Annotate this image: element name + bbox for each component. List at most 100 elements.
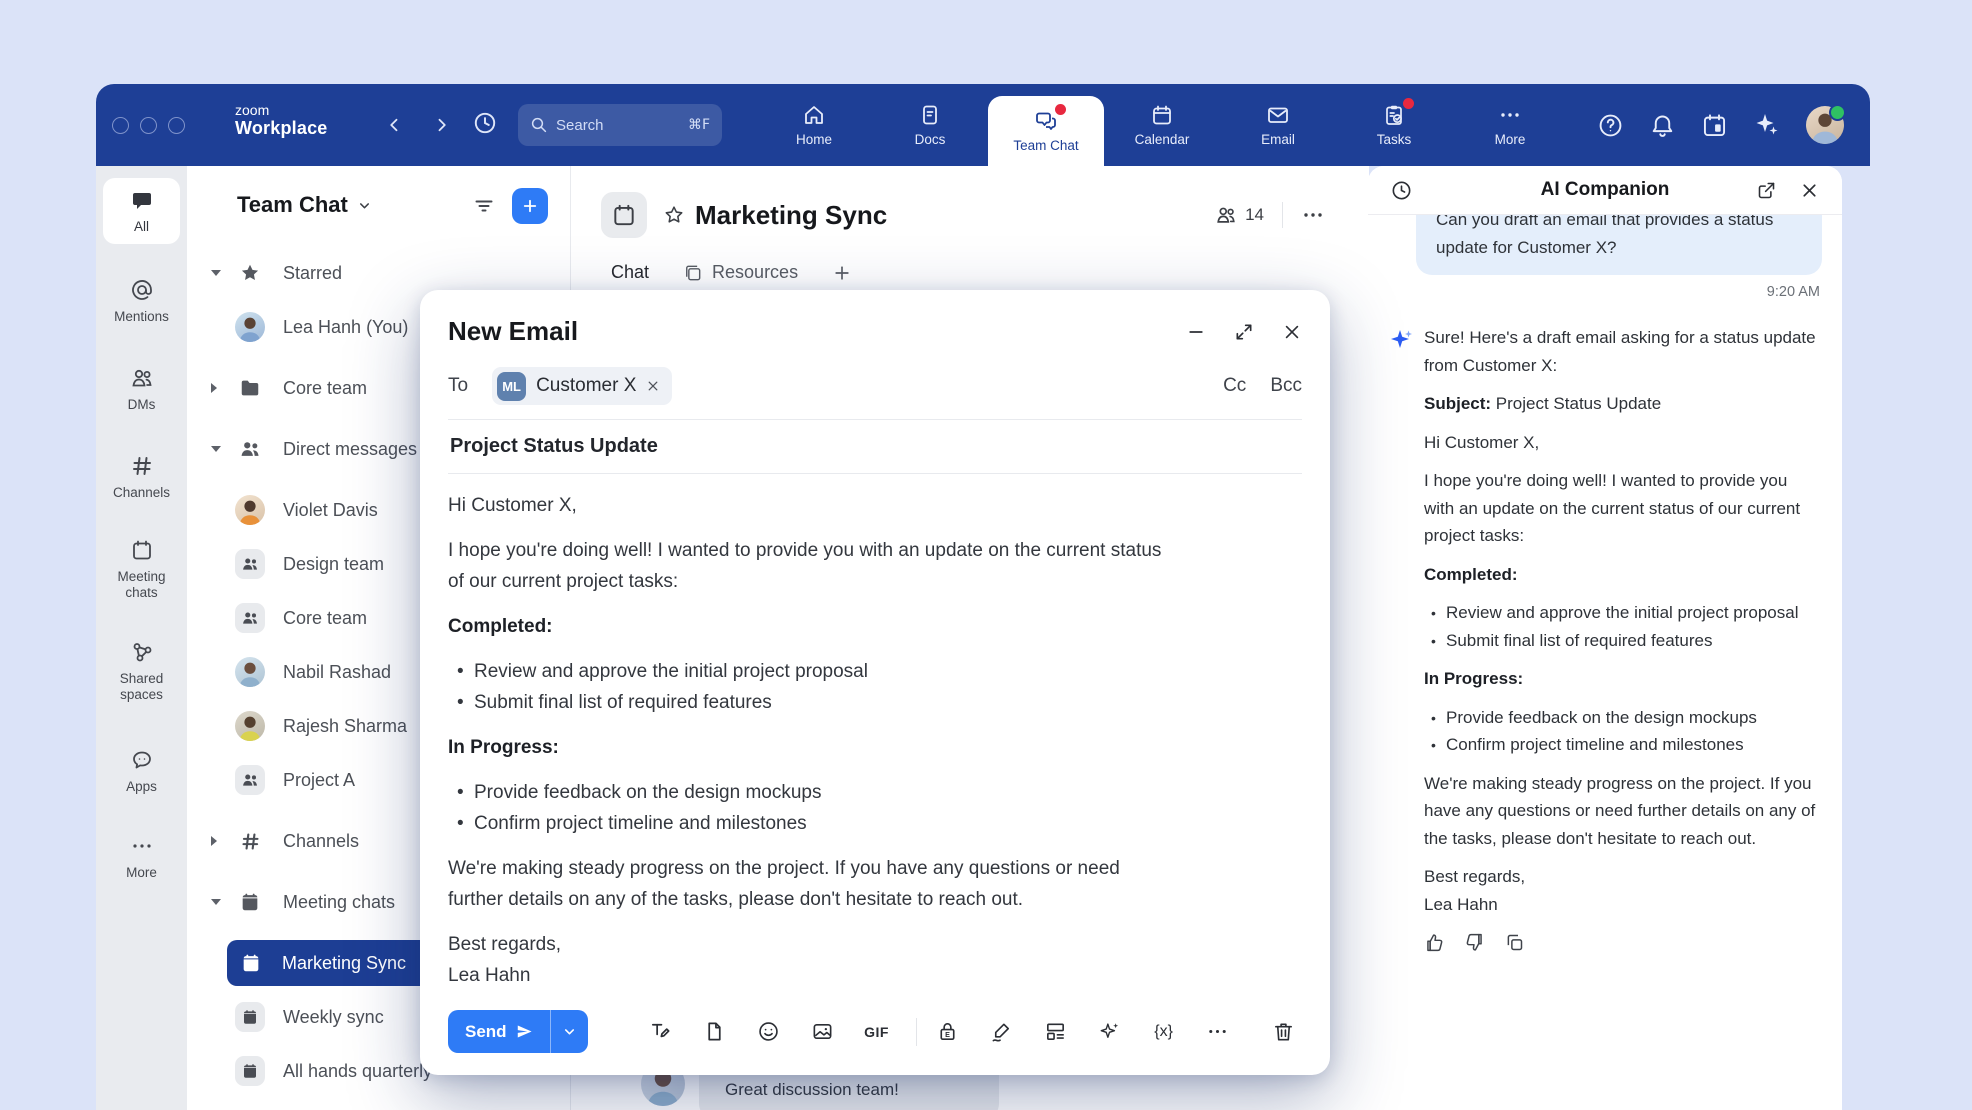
image-icon — [811, 1020, 834, 1043]
back-button[interactable] — [378, 108, 412, 142]
email-toolbar: Send GIF E — [448, 1010, 1302, 1053]
team-chat-header: Team Chat — [187, 166, 570, 240]
recipient-chip[interactable]: ML Customer X — [492, 367, 672, 405]
ai-companion-sparkle-icon[interactable] — [1753, 111, 1781, 139]
user-avatar[interactable] — [1806, 106, 1844, 144]
ai-history-button[interactable] — [1390, 179, 1413, 202]
email-body-editor[interactable]: Hi Customer X, I hope you're doing well!… — [448, 490, 1178, 991]
encrypt-button[interactable]: E — [929, 1013, 967, 1051]
window-zoom-light[interactable] — [168, 117, 185, 134]
svg-text:E: E — [945, 1031, 950, 1039]
tab-chat[interactable]: Chat — [611, 262, 649, 283]
left-rail: All Mentions DMs Channels Meetingchats S… — [96, 166, 187, 1110]
template-layout-button[interactable] — [1037, 1013, 1075, 1051]
list-item: Confirm project timeline and milestones — [448, 808, 1178, 839]
cc-button[interactable]: Cc — [1223, 375, 1246, 397]
remove-recipient-icon[interactable] — [646, 379, 660, 393]
collapse-caret-icon[interactable] — [211, 899, 221, 905]
notifications-bell-icon[interactable] — [1649, 112, 1676, 139]
tab-email[interactable]: Email — [1220, 84, 1336, 166]
toolbar-more-button[interactable] — [1199, 1013, 1237, 1051]
members-icon — [1215, 204, 1237, 226]
expand-caret-icon[interactable] — [211, 836, 217, 846]
new-chat-button[interactable] — [512, 188, 548, 224]
chat-item-lea-rajesh[interactable]: Lea/Rajesh 1:1 — [187, 1098, 570, 1110]
rail-item-all[interactable]: All — [103, 178, 180, 244]
team-chat-icon — [1034, 109, 1058, 133]
gif-button[interactable]: GIF — [858, 1013, 896, 1051]
rail-item-meeting-chats[interactable]: Meetingchats — [96, 538, 187, 601]
subject-field[interactable]: Project Status Update — [448, 420, 1302, 473]
signature-button[interactable] — [983, 1013, 1021, 1051]
tasks-icon — [1382, 103, 1406, 127]
collapse-caret-icon[interactable] — [211, 270, 221, 276]
close-icon[interactable] — [1799, 180, 1820, 201]
layout-icon — [1044, 1020, 1067, 1043]
help-icon[interactable] — [1597, 112, 1624, 139]
team-chat-title-menu[interactable]: Team Chat — [237, 192, 372, 218]
open-in-new-window-icon[interactable] — [1756, 180, 1777, 201]
top-right-actions — [1597, 84, 1844, 166]
close-icon[interactable] — [1282, 322, 1302, 342]
folder-icon — [239, 377, 261, 399]
favorite-star-button[interactable] — [663, 204, 685, 226]
ai-compose-button[interactable] — [1091, 1013, 1129, 1051]
rail-item-dms[interactable]: DMs — [96, 366, 187, 413]
member-count: 14 — [1245, 205, 1264, 225]
add-tab-button[interactable] — [832, 263, 852, 283]
ai-response-text: Sure! Here's a draft email asking for a … — [1424, 324, 1822, 953]
expand-icon[interactable] — [1234, 322, 1254, 342]
recipient-name: Customer X — [536, 375, 636, 397]
docs-icon — [918, 103, 942, 127]
search-input[interactable]: Search ⌘F — [518, 104, 722, 146]
send-button[interactable]: Send — [448, 1010, 550, 1053]
rail-item-mentions[interactable]: Mentions — [96, 278, 187, 325]
trash-icon — [1272, 1020, 1295, 1043]
bcc-button[interactable]: Bcc — [1270, 375, 1302, 397]
insert-image-button[interactable] — [804, 1013, 842, 1051]
collapse-caret-icon[interactable] — [211, 446, 221, 452]
forward-button[interactable] — [424, 108, 458, 142]
divider — [448, 473, 1302, 474]
attach-file-button[interactable] — [696, 1013, 734, 1051]
rail-item-channels[interactable]: Channels — [96, 454, 187, 501]
tab-more[interactable]: More — [1452, 84, 1568, 166]
rail-item-apps[interactable]: Apps — [96, 748, 187, 795]
calendar-today-icon[interactable] — [1701, 112, 1728, 139]
tab-calendar[interactable]: Calendar — [1104, 84, 1220, 166]
zoom-workplace-logo: zoom Workplace — [235, 102, 328, 139]
variables-button[interactable]: {x} — [1145, 1013, 1183, 1051]
calendar-icon — [1150, 103, 1174, 127]
ai-sparkle-icon — [1098, 1020, 1121, 1043]
calendar-icon — [611, 202, 637, 228]
filter-icon[interactable] — [472, 194, 496, 218]
format-text-button[interactable] — [642, 1013, 680, 1051]
more-dots-icon — [1206, 1020, 1229, 1043]
group-icon — [241, 555, 259, 573]
thumbs-up-icon[interactable] — [1424, 932, 1445, 953]
rail-item-more[interactable]: More — [96, 834, 187, 881]
thumbs-down-icon[interactable] — [1464, 932, 1485, 953]
logo-line2: Workplace — [235, 118, 328, 139]
expand-caret-icon[interactable] — [211, 383, 217, 393]
discard-draft-button[interactable] — [1264, 1013, 1302, 1051]
tab-resources[interactable]: Resources — [683, 262, 798, 283]
window-minimize-light[interactable] — [140, 117, 157, 134]
conversation-more-button[interactable] — [1301, 203, 1325, 227]
avatar — [235, 657, 265, 687]
ai-companion-panel: AI Companion Can you draft an email that… — [1368, 166, 1842, 1110]
tab-home[interactable]: Home — [756, 84, 872, 166]
minimize-icon[interactable] — [1186, 322, 1206, 342]
history-button[interactable] — [472, 110, 498, 136]
window-traffic-lights[interactable] — [112, 117, 185, 134]
copy-icon[interactable] — [1504, 932, 1525, 953]
tab-team-chat[interactable]: Team Chat — [988, 96, 1104, 166]
send-options-button[interactable] — [550, 1010, 588, 1053]
primary-nav: Home Docs Team Chat Calendar Email — [756, 84, 1568, 166]
tab-tasks[interactable]: Tasks — [1336, 84, 1452, 166]
tab-docs[interactable]: Docs — [872, 84, 988, 166]
rail-item-shared-spaces[interactable]: Sharedspaces — [96, 640, 187, 703]
members-button[interactable]: 14 — [1215, 204, 1264, 226]
emoji-button[interactable] — [750, 1013, 788, 1051]
window-close-light[interactable] — [112, 117, 129, 134]
